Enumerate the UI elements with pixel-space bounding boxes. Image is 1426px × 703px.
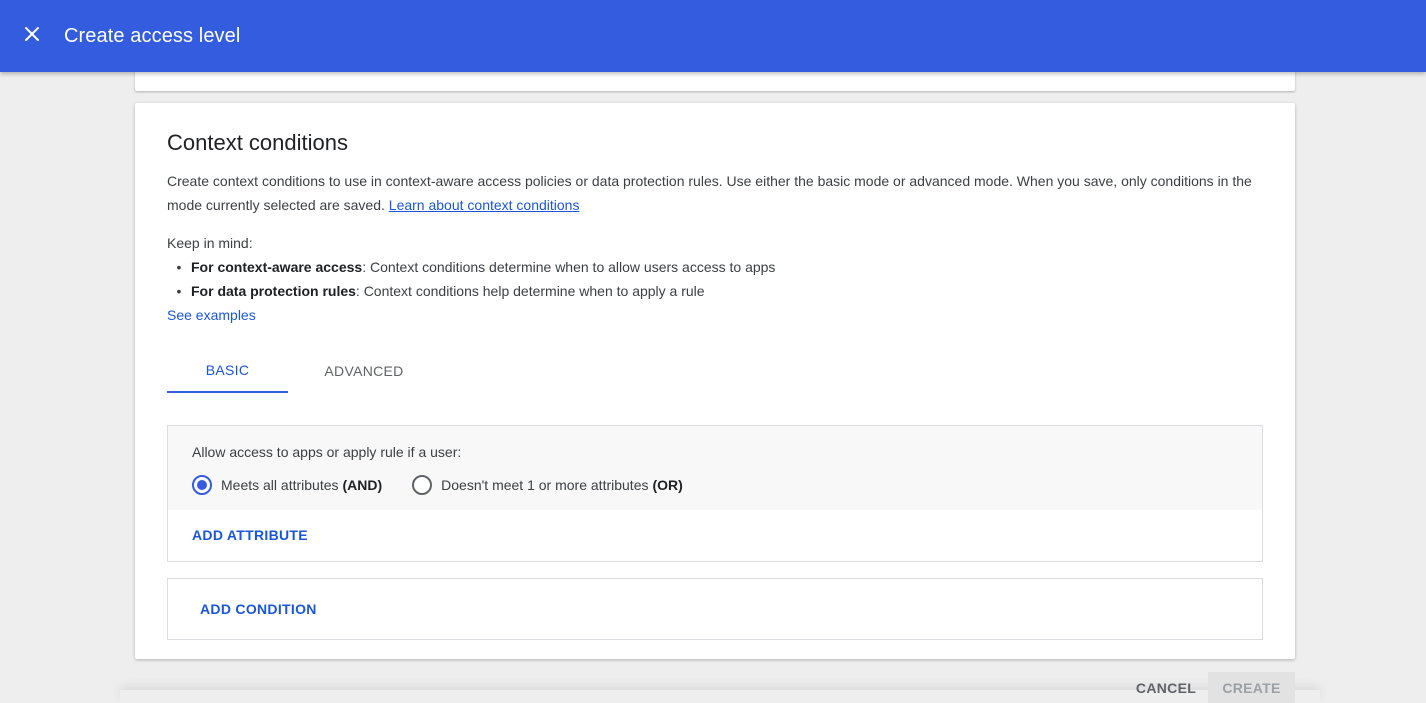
app-bar: Create access level bbox=[0, 0, 1426, 72]
description-text: Create context conditions to use in cont… bbox=[167, 173, 1252, 213]
attribute-panel: Allow access to apps or apply rule if a … bbox=[167, 425, 1263, 562]
cancel-button[interactable]: CANCEL bbox=[1126, 672, 1206, 703]
radio-label-bold: (OR) bbox=[652, 477, 683, 493]
context-conditions-card: Context conditions Create context condit… bbox=[135, 103, 1295, 659]
close-icon bbox=[24, 26, 40, 47]
radio-button-checked[interactable] bbox=[192, 475, 212, 495]
keep-in-mind-label: Keep in mind: bbox=[167, 235, 253, 251]
section-description: Create context conditions to use in cont… bbox=[167, 169, 1267, 217]
radio-label-bold: (AND) bbox=[342, 477, 383, 493]
attribute-panel-header: Allow access to apps or apply rule if a … bbox=[168, 426, 1262, 510]
radio-label: Meets all attributes bbox=[221, 477, 339, 493]
learn-about-link[interactable]: Learn about context conditions bbox=[389, 197, 580, 213]
keep-in-mind-list: • For context-aware access: Context cond… bbox=[167, 255, 776, 303]
match-mode-radio-group: Meets all attributes (AND) Doesn't meet … bbox=[192, 475, 713, 495]
radio-label: Doesn't meet 1 or more attributes bbox=[441, 477, 649, 493]
radio-or[interactable]: Doesn't meet 1 or more attributes (OR) bbox=[412, 475, 683, 495]
add-attribute-button[interactable]: ADD ATTRIBUTE bbox=[192, 527, 308, 543]
bullet-icon: • bbox=[176, 259, 182, 275]
see-examples-link[interactable]: See examples bbox=[167, 303, 256, 327]
bullet-icon: • bbox=[176, 283, 182, 299]
condition-panel: ADD CONDITION bbox=[167, 578, 1263, 640]
section-title: Context conditions bbox=[167, 130, 348, 155]
list-item: • For context-aware access: Context cond… bbox=[167, 255, 776, 279]
radio-and[interactable]: Meets all attributes (AND) bbox=[192, 475, 382, 495]
close-button[interactable] bbox=[0, 0, 64, 72]
bullet-bold: For data protection rules bbox=[191, 283, 356, 299]
mode-tabs: BASIC ADVANCED bbox=[167, 349, 440, 393]
tab-basic[interactable]: BASIC bbox=[167, 349, 288, 393]
create-button[interactable]: CREATE bbox=[1208, 672, 1295, 703]
add-condition-button[interactable]: ADD CONDITION bbox=[200, 601, 317, 617]
tab-advanced[interactable]: ADVANCED bbox=[288, 349, 440, 393]
page-title: Create access level bbox=[64, 24, 241, 47]
bullet-bold: For context-aware access bbox=[191, 259, 363, 275]
bullet-text: : Context conditions determine when to a… bbox=[362, 259, 776, 275]
list-item: • For data protection rules: Context con… bbox=[167, 279, 775, 303]
bullet-text: : Context conditions help determine when… bbox=[355, 283, 705, 299]
radio-button[interactable] bbox=[412, 475, 433, 495]
attribute-prompt: Allow access to apps or apply rule if a … bbox=[192, 444, 462, 460]
